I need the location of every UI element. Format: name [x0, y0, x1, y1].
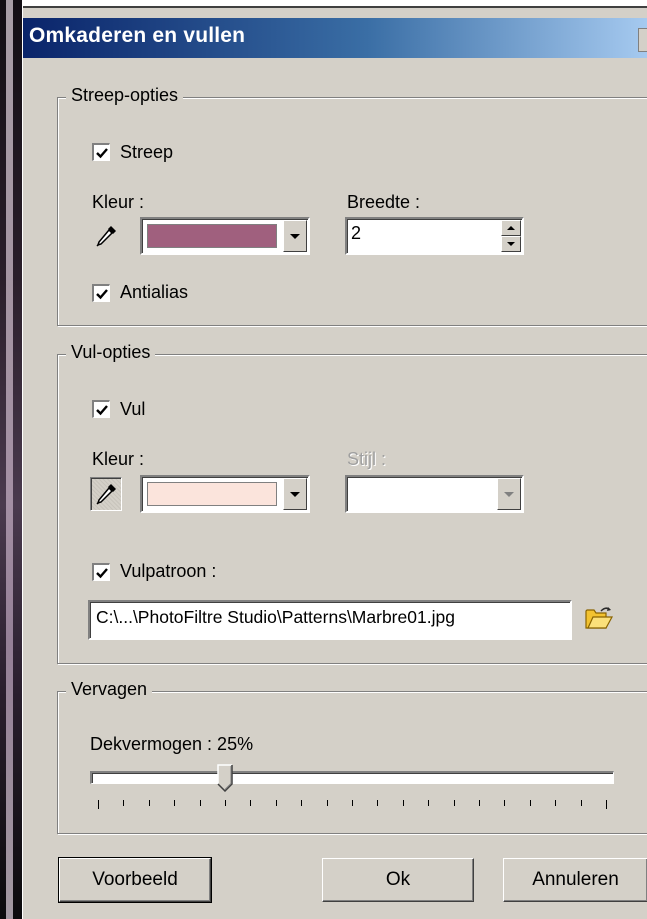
chevron-down-icon: [290, 233, 300, 239]
slider-tick: [225, 800, 226, 806]
arrow-up-icon: [507, 226, 515, 230]
slider-tick: [580, 800, 582, 806]
stroke-color-dropdown-button[interactable]: [283, 220, 307, 252]
slider-tick: [199, 800, 201, 806]
stroke-options-group: Streep-opties Streep Kleur : Breedte : 2: [57, 85, 647, 326]
fill-style-dropdown-button: [497, 478, 521, 510]
opacity-label: Dekvermogen : 25%: [90, 734, 254, 754]
slider-tick: [402, 800, 404, 806]
stroke-width-spinner[interactable]: 2: [345, 217, 524, 255]
stroke-checkbox-label[interactable]: Streep: [120, 142, 173, 163]
pipette-icon[interactable]: [90, 477, 122, 511]
pattern-path-field[interactable]: C:\...\PhotoFiltre Studio\Patterns\Marbr…: [88, 600, 572, 640]
spin-down-button[interactable]: [501, 236, 521, 252]
spin-up-button[interactable]: [501, 220, 521, 236]
fill-color-combo[interactable]: [140, 475, 310, 513]
stroke-width-value[interactable]: 2: [351, 223, 361, 244]
stroke-color-combo[interactable]: [140, 217, 310, 255]
fill-style-combo: [345, 475, 524, 513]
slider-tick: [326, 800, 328, 806]
arrow-down-icon: [507, 242, 515, 246]
desktop-background-strip: [0, 0, 22, 919]
slider-tick: [148, 800, 150, 806]
chevron-down-icon: [504, 491, 514, 497]
fill-checkbox-label[interactable]: Vul: [120, 399, 145, 420]
stroke-options-legend: Streep-opties: [66, 85, 184, 106]
fill-color-label: Kleur :: [92, 449, 145, 469]
fill-color-dropdown-button[interactable]: [283, 478, 307, 510]
slider-tick: [123, 800, 125, 806]
fill-options-legend: Vul-opties: [66, 342, 156, 363]
antialias-checkbox[interactable]: [92, 284, 110, 302]
slider-tick: [504, 800, 506, 806]
fill-options-group: Vul-opties Vul Kleur : Stijl : Vulpatroo…: [57, 342, 647, 664]
antialias-checkbox-label[interactable]: Antialias: [120, 282, 188, 303]
stroke-width-label: Breedte :: [347, 192, 421, 212]
slider-tick: [529, 800, 531, 806]
cancel-button[interactable]: Annuleren: [503, 858, 647, 902]
stroke-color-swatch: [147, 224, 277, 248]
checkmark-icon: [95, 567, 108, 578]
fill-pattern-checkbox-label[interactable]: Vulpatroon :: [120, 561, 216, 582]
chevron-down-icon: [290, 491, 300, 497]
slider-tick: [428, 800, 430, 806]
fill-pattern-checkbox[interactable]: [92, 563, 110, 581]
fill-checkbox[interactable]: [92, 400, 110, 418]
fill-style-label: Stijl :: [347, 449, 387, 469]
window-title: Omkaderen en vullen: [29, 24, 246, 47]
close-button-edge[interactable]: [638, 28, 647, 52]
stroke-width-spin-buttons: [501, 220, 521, 252]
slider-tick: [606, 800, 607, 809]
checkmark-icon: [95, 404, 108, 415]
slider-tick: [352, 800, 353, 806]
ok-button[interactable]: Ok: [322, 858, 474, 902]
fade-legend: Vervagen: [66, 679, 153, 700]
slider-tick: [275, 800, 277, 806]
opacity-slider-track[interactable]: [90, 771, 614, 784]
slider-tick: [555, 800, 557, 806]
stroke-color-label: Kleur :: [92, 192, 145, 212]
slider-tick: [453, 800, 455, 806]
stroke-checkbox[interactable]: [92, 143, 110, 161]
slider-tick: [479, 800, 480, 806]
title-bar[interactable]: Omkaderen en vullen: [23, 18, 647, 58]
slider-tick: [174, 800, 176, 806]
fill-color-swatch: [147, 482, 277, 506]
slider-tick: [301, 800, 303, 806]
pipette-icon[interactable]: [92, 222, 120, 250]
preview-button[interactable]: Voorbeeld: [58, 857, 212, 903]
fade-group: Vervagen Dekvermogen : 25%: [57, 679, 647, 834]
open-folder-icon[interactable]: [584, 605, 614, 631]
slider-tick: [377, 800, 379, 806]
checkmark-icon: [95, 147, 108, 158]
dialog-window: Omkaderen en vullen Streep-opties Streep…: [22, 6, 647, 919]
checkmark-icon: [95, 288, 108, 299]
pattern-path-value[interactable]: C:\...\PhotoFiltre Studio\Patterns\Marbr…: [96, 607, 455, 628]
window-top-edge: [23, 6, 647, 18]
slider-tick: [98, 800, 99, 809]
opacity-slider-thumb[interactable]: [217, 764, 233, 793]
slider-tick: [250, 800, 252, 806]
opacity-slider-ticks: [58, 800, 647, 810]
